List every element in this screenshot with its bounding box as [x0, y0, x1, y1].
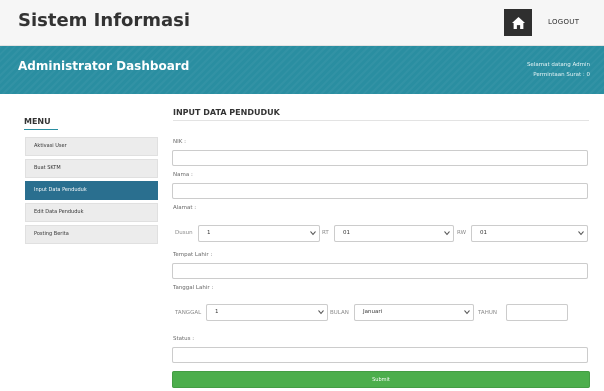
rw-value: 01 [480, 230, 487, 236]
sidebar-menu: Aktivasi User Buat SKTM Input Data Pendu… [25, 137, 158, 247]
chevron-down-icon [464, 310, 470, 315]
nama-label: Nama : [173, 172, 193, 178]
bulan-value: Januari [363, 309, 383, 315]
bulan-label: BULAN [330, 310, 349, 316]
brand-title: Sistem Informasi [18, 10, 191, 31]
logout-link[interactable]: LOGOUT [548, 18, 579, 26]
tanggal-lahir-label: Tanggal Lahir : [173, 285, 214, 291]
bulan-select[interactable]: Januari [354, 304, 474, 321]
sidebar-item-input-data-penduduk[interactable]: Input Data Penduduk [25, 181, 158, 200]
sidebar-item-label: Input Data Penduduk [34, 187, 87, 193]
chevron-down-icon [444, 231, 450, 236]
sidebar-item-aktivasi-user[interactable]: Aktivasi User [25, 137, 158, 156]
sidebar-item-label: Posting Berita [34, 231, 69, 237]
nik-label: NIK : [173, 139, 186, 145]
top-navbar: Sistem Informasi LOGOUT [0, 0, 604, 46]
sidebar-item-label: Buat SKTM [34, 165, 61, 171]
tempat-lahir-field[interactable] [172, 263, 588, 279]
tanggal-select[interactable]: 1 [206, 304, 328, 321]
menu-title-underline [24, 129, 58, 130]
dusun-label: Dusun [175, 230, 193, 236]
chevron-down-icon [318, 310, 324, 315]
tahun-label: TAHUN [478, 310, 497, 316]
form-title-divider [173, 120, 589, 121]
welcome-text: Selamat datang Admin [526, 62, 590, 68]
submit-button[interactable]: Submit [172, 371, 590, 388]
rt-label: RT [322, 230, 329, 236]
rw-label: RW [457, 230, 467, 236]
banner-info: Selamat datang Admin Permintaan Surat : … [527, 60, 590, 80]
form-title: INPUT DATA PENDUDUK [173, 108, 280, 117]
tempat-lahir-label: Tempat Lahir : [173, 252, 213, 258]
nik-field[interactable] [172, 150, 588, 166]
sidebar-item-label: Edit Data Penduduk [34, 209, 84, 215]
dusun-select[interactable]: 1 [198, 225, 320, 242]
status-field[interactable] [172, 347, 588, 363]
sidebar-item-buat-sktm[interactable]: Buat SKTM [25, 159, 158, 178]
rt-value: 01 [343, 230, 350, 236]
rt-select[interactable]: 01 [334, 225, 454, 242]
request-count: Permintaan Surat : 0 [533, 72, 590, 78]
sidebar-item-label: Aktivasi User [34, 143, 67, 149]
chevron-down-icon [578, 231, 584, 236]
home-button[interactable] [504, 9, 532, 36]
menu-title: MENU [24, 117, 51, 126]
nama-field[interactable] [172, 183, 588, 199]
dusun-value: 1 [207, 230, 211, 236]
tahun-field[interactable] [506, 304, 568, 321]
rw-select[interactable]: 01 [471, 225, 588, 242]
alamat-label: Alamat : [173, 205, 197, 211]
tanggal-label: TANGGAL [175, 310, 202, 316]
sidebar-item-edit-data-penduduk[interactable]: Edit Data Penduduk [25, 203, 158, 222]
home-icon [511, 16, 525, 29]
tanggal-value: 1 [215, 309, 219, 315]
status-label: Status : [173, 336, 195, 342]
banner-title: Administrator Dashboard [18, 59, 190, 73]
sidebar-item-posting-berita[interactable]: Posting Berita [25, 225, 158, 244]
dashboard-banner: Administrator Dashboard Selamat datang A… [0, 46, 604, 94]
chevron-down-icon [310, 231, 316, 236]
